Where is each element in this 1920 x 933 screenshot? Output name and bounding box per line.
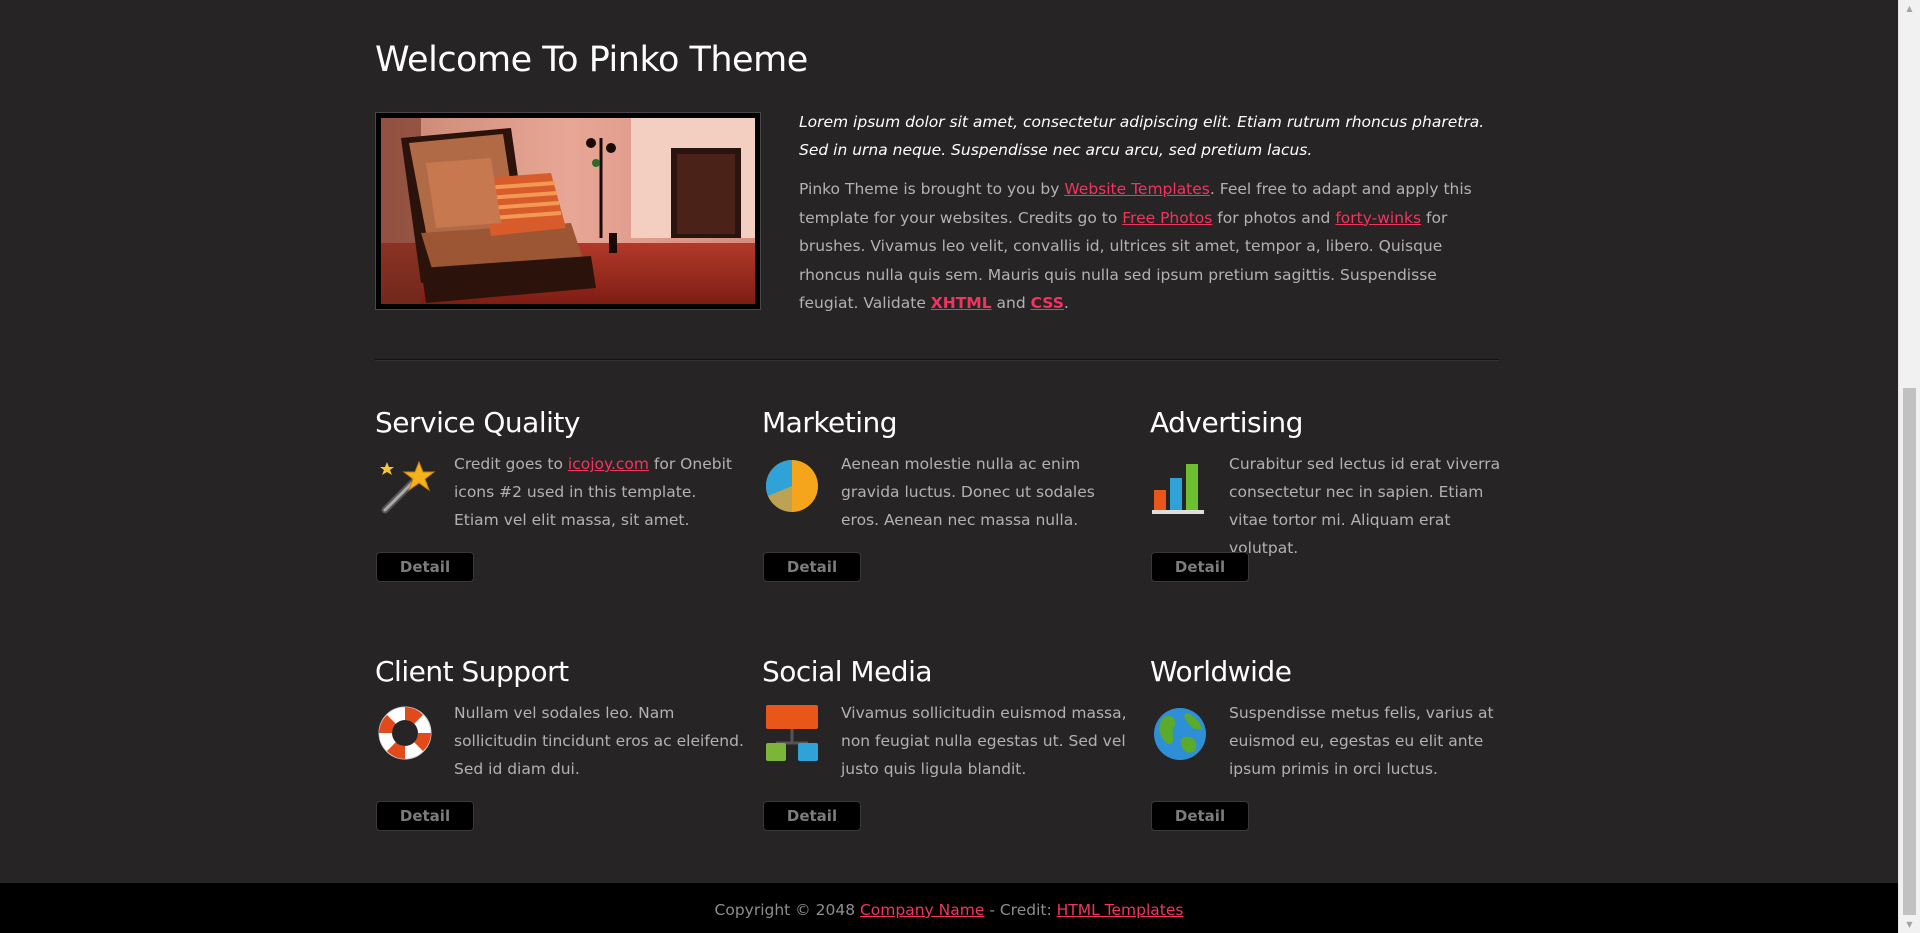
page-title: Welcome To Pinko Theme [375, 40, 808, 80]
service-title: Client Support [375, 655, 569, 688]
service-title: Service Quality [375, 406, 580, 439]
service-text: Nullam vel sodales leo. Nam sollicitudin… [454, 704, 744, 778]
service-title: Worldwide [1150, 655, 1292, 688]
copyright-text: Copyright © 2048 [714, 901, 860, 919]
service-text: Suspendisse metus felis, varius at euism… [1229, 704, 1494, 778]
service-text-part: Credit goes to [454, 455, 568, 473]
hero-image-frame [375, 112, 761, 310]
hero-image-chair [381, 118, 755, 304]
bar-chart-icon [1152, 464, 1204, 514]
service-text: Vivamus sollicitudin euismod massa, non … [841, 704, 1127, 778]
xhtml-validate-link[interactable]: XHTML [931, 294, 992, 312]
page: Welcome To Pinko Theme Lorem ipsum dolor… [0, 0, 1920, 933]
lifebuoy-icon [378, 706, 432, 760]
social-media-box: Social Media Vivamus sollicitudin euismo… [762, 655, 1127, 831]
intro-body-text: for photos and [1212, 208, 1336, 227]
worldwide-box: Worldwide Suspendisse metus felis, variu… [1150, 655, 1510, 831]
service-title: Advertising [1150, 406, 1303, 439]
network-icon [766, 705, 818, 761]
intro-body-text: . [1063, 294, 1069, 312]
intro-body-text: Pinko Theme is brought to you by [799, 180, 1065, 198]
detail-button[interactable]: Detail [1151, 801, 1249, 831]
credit-text: - Credit: [984, 901, 1057, 919]
css-validate-link[interactable]: CSS [1031, 294, 1064, 312]
vertical-scrollbar[interactable]: ▲ ▼ [1898, 0, 1920, 933]
detail-button[interactable]: Detail [763, 552, 861, 582]
detail-button[interactable]: Detail [376, 801, 474, 831]
intro-body-text: and [991, 294, 1031, 312]
free-photos-link[interactable]: Free Photos [1122, 209, 1212, 227]
scroll-down-arrow-icon[interactable]: ▼ [1899, 916, 1920, 933]
advertising-box: Advertising Curabitur sed lectus id erat… [1150, 406, 1510, 582]
marketing-box: Marketing Aenean molestie nulla ac enim … [762, 406, 1122, 582]
website-templates-link[interactable]: Website Templates [1064, 180, 1210, 198]
service-title: Social Media [762, 655, 933, 688]
scroll-up-arrow-icon[interactable]: ▲ [1899, 0, 1920, 17]
service-title: Marketing [762, 406, 898, 439]
service-text: Aenean molestie nulla ac enim gravida lu… [841, 455, 1095, 529]
detail-button[interactable]: Detail [1151, 552, 1249, 582]
html-templates-link[interactable]: HTML Templates [1057, 901, 1184, 919]
scrollbar-thumb[interactable] [1903, 388, 1916, 915]
intro-text: Lorem ipsum dolor sit amet, consectetur … [799, 108, 1499, 318]
section-divider [375, 359, 1499, 360]
footer: Copyright © 2048 Company Name - Credit: … [0, 883, 1898, 933]
globe-icon [1154, 708, 1206, 760]
forty-winks-link[interactable]: forty-winks [1335, 209, 1421, 227]
client-support-box: Client Support Nullam vel sodales leo. N… [375, 655, 744, 831]
service-quality-box: Service Quality Credit goes to icojoy.co… [375, 406, 735, 582]
intro-body: Pinko Theme is brought to you by Website… [799, 175, 1499, 318]
pie-chart-icon [766, 460, 818, 512]
magic-wand-icon [380, 460, 436, 514]
intro-lead: Lorem ipsum dolor sit amet, consectetur … [799, 113, 1485, 159]
service-text: Credit goes to icojoy.com for Onebit ico… [454, 450, 744, 534]
icojoy-link[interactable]: icojoy.com [568, 455, 649, 473]
detail-button[interactable]: Detail [763, 801, 861, 831]
company-name-link[interactable]: Company Name [860, 901, 984, 919]
service-text: Curabitur sed lectus id erat viverra con… [1229, 455, 1501, 557]
detail-button[interactable]: Detail [376, 552, 474, 582]
